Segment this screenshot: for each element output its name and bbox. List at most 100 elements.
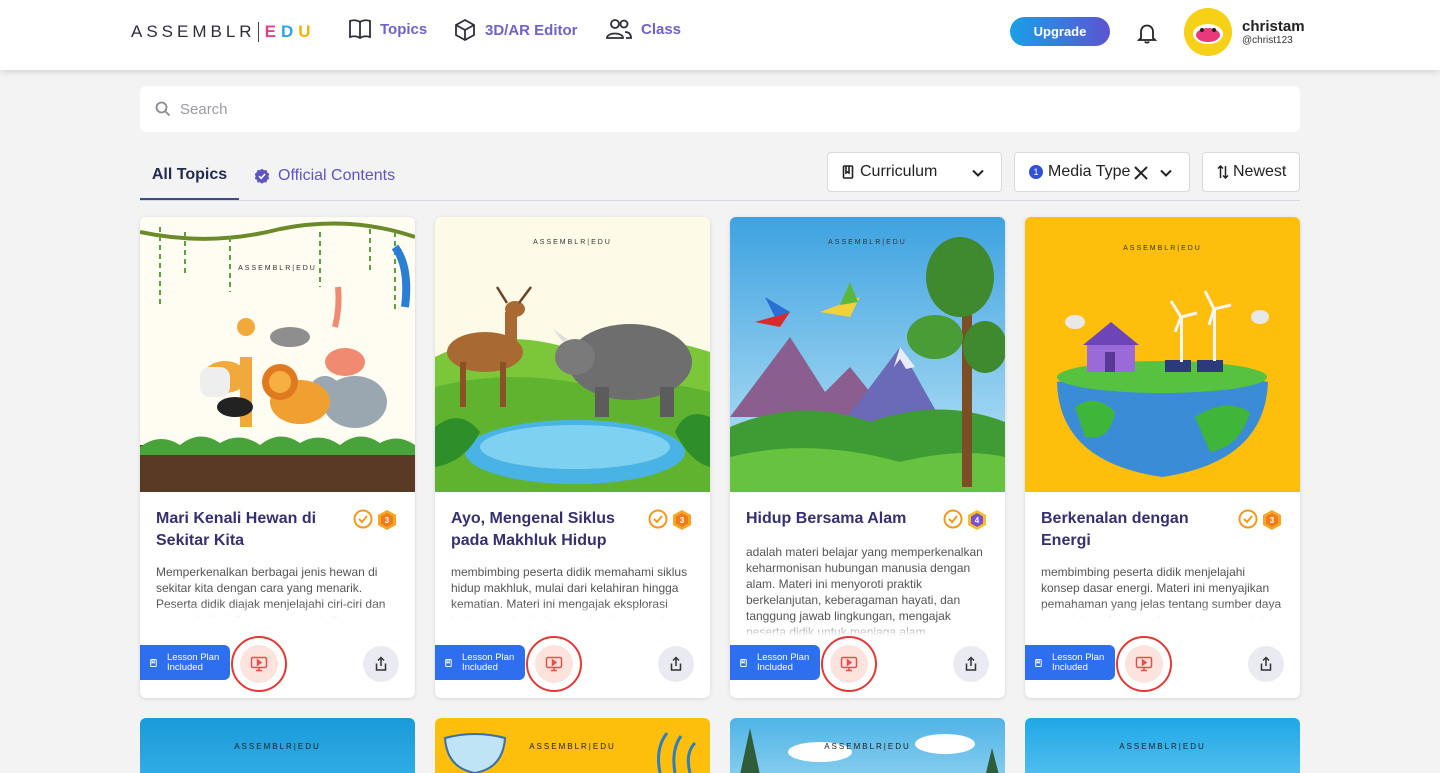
verified-check-icon bbox=[648, 509, 668, 529]
svg-text:3: 3 bbox=[1270, 516, 1275, 525]
chevron-down-icon bbox=[1160, 169, 1172, 177]
level-badge-icon: 3 bbox=[673, 510, 691, 530]
presentation-button[interactable] bbox=[231, 636, 287, 692]
search-input[interactable] bbox=[180, 86, 1280, 132]
lesson-plan-badge[interactable]: Lesson Plan Included bbox=[730, 645, 820, 680]
logo-divider bbox=[257, 22, 259, 42]
presentation-button-bg bbox=[830, 645, 868, 683]
topic-description: Memperkenalkan berbagai jenis hewan di s… bbox=[156, 564, 401, 618]
thumbnail-brand: ASSEMBLR|EDU bbox=[1123, 245, 1202, 252]
topic-description: adalah materi belajar yang memperkenalka… bbox=[746, 544, 991, 636]
lesson-plan-label: Lesson Plan Included bbox=[166, 651, 220, 673]
logo-text: ASSEMBLR bbox=[131, 22, 256, 41]
search-icon bbox=[155, 101, 171, 117]
topic-description: membimbing peserta didik memahami siklus… bbox=[451, 564, 696, 618]
topic-card[interactable]: ASSEMBLR|EDU bbox=[730, 718, 1005, 773]
nav-editor-label: 3D/AR Editor bbox=[485, 21, 578, 39]
clear-filter-icon[interactable] bbox=[1133, 165, 1149, 181]
topic-card[interactable]: ASSEMBLR|EDU Ayo, Mengenal Siklus pada M… bbox=[435, 217, 710, 698]
topic-badges: 4 bbox=[943, 509, 988, 531]
tab-official-contents[interactable]: Official Contents bbox=[254, 152, 395, 200]
thumbnail-brand: ASSEMBLR|EDU bbox=[529, 742, 616, 751]
topic-card[interactable]: ASSEMBLR|EDU Berkenalan dengan Energi 3 … bbox=[1025, 217, 1300, 698]
presentation-button-bg bbox=[1125, 645, 1163, 683]
user-handle: @christ123 bbox=[1242, 35, 1293, 46]
media-type-label: Media Type bbox=[1048, 163, 1131, 180]
thumbnail-brand: ASSEMBLR|EDU bbox=[824, 742, 911, 751]
presentation-button[interactable] bbox=[821, 636, 877, 692]
share-icon bbox=[375, 656, 387, 671]
svg-text:3: 3 bbox=[385, 516, 390, 525]
presentation-icon bbox=[840, 656, 858, 672]
svg-text:3: 3 bbox=[680, 516, 685, 525]
topic-card[interactable]: ASSEMBLR|EDU Mari Kenali Hewan di Sekita… bbox=[140, 217, 415, 698]
cube-icon bbox=[455, 18, 475, 42]
user-name[interactable]: christam bbox=[1242, 18, 1305, 35]
tab-all-topics[interactable]: All Topics bbox=[140, 152, 239, 200]
sort-icon bbox=[1217, 165, 1229, 179]
presentation-button[interactable] bbox=[1116, 636, 1172, 692]
curriculum-dropdown[interactable]: Curriculum bbox=[827, 152, 1002, 192]
sort-dropdown[interactable]: Newest bbox=[1202, 152, 1300, 192]
topic-description: membimbing peserta didik menjelajahi kon… bbox=[1041, 564, 1286, 618]
share-button[interactable] bbox=[953, 646, 989, 682]
presentation-icon bbox=[545, 656, 563, 672]
level-badge-icon: 4 bbox=[968, 510, 986, 530]
share-button[interactable] bbox=[363, 646, 399, 682]
topic-card[interactable]: ASSEMBLR|EDU bbox=[140, 718, 415, 773]
lesson-plan-label: Lesson Plan Included bbox=[756, 651, 810, 673]
topic-card[interactable]: ASSEMBLR|EDU bbox=[435, 718, 710, 773]
level-badge-icon: 3 bbox=[378, 510, 396, 530]
lesson-plan-badge[interactable]: Lesson Plan Included bbox=[140, 645, 230, 680]
upgrade-button[interactable]: Upgrade bbox=[1010, 17, 1110, 46]
verified-check-icon bbox=[1238, 509, 1258, 529]
tabs-divider bbox=[140, 200, 1300, 201]
book-small-icon bbox=[1035, 658, 1042, 667]
chevron-down-icon bbox=[972, 169, 984, 177]
share-button[interactable] bbox=[658, 646, 694, 682]
topic-thumbnail: ASSEMBLR|EDU bbox=[1025, 217, 1300, 492]
media-type-count-badge: 1 bbox=[1029, 165, 1043, 179]
bell-icon[interactable] bbox=[1136, 22, 1158, 44]
avatar[interactable] bbox=[1184, 8, 1232, 56]
search-bar[interactable] bbox=[140, 86, 1300, 132]
top-header: ASSEMBLR EDU Topics 3D/AR Editor Class U… bbox=[0, 0, 1440, 70]
nav-class[interactable]: Class bbox=[605, 18, 681, 40]
presentation-icon bbox=[250, 656, 268, 672]
presentation-icon bbox=[1135, 656, 1153, 672]
book-small-icon bbox=[445, 658, 452, 667]
nav-class-label: Class bbox=[641, 20, 682, 38]
media-type-dropdown[interactable]: 1 Media Type bbox=[1014, 152, 1190, 192]
thumbnail-brand: ASSEMBLR|EDU bbox=[238, 265, 317, 272]
logo-edu: EDU bbox=[264, 22, 316, 41]
lesson-plan-badge[interactable]: Lesson Plan Included bbox=[1025, 645, 1115, 680]
thumbnail-brand: ASSEMBLR|EDU bbox=[1119, 742, 1206, 751]
nav-topics[interactable]: Topics bbox=[348, 18, 427, 40]
topic-badges: 3 bbox=[353, 509, 398, 531]
topic-thumbnail: ASSEMBLR|EDU bbox=[730, 217, 1005, 492]
share-icon bbox=[670, 656, 682, 671]
svg-text:4: 4 bbox=[975, 516, 980, 525]
nav-3d-ar-editor[interactable]: 3D/AR Editor bbox=[453, 18, 578, 42]
book-icon bbox=[349, 19, 371, 40]
thumbnail-brand: ASSEMBLR|EDU bbox=[234, 742, 321, 751]
presentation-button-bg bbox=[535, 645, 573, 683]
sort-label: Newest bbox=[1233, 163, 1287, 180]
verified-check-icon bbox=[943, 509, 963, 529]
assemblr-edu-logo[interactable]: ASSEMBLR EDU bbox=[131, 21, 316, 43]
topic-card[interactable]: ASSEMBLR|EDU bbox=[1025, 718, 1300, 773]
users-icon bbox=[606, 19, 632, 39]
topic-thumbnail: ASSEMBLR|EDU bbox=[435, 217, 710, 492]
nav-topics-label: Topics bbox=[380, 20, 428, 38]
tab-official-label: Official Contents bbox=[278, 167, 396, 184]
book-small-icon bbox=[150, 658, 157, 667]
lesson-plan-badge[interactable]: Lesson Plan Included bbox=[435, 645, 525, 680]
topic-card[interactable]: ASSEMBLR|EDU Hidup Bersama Alam 4 adalah… bbox=[730, 217, 1005, 698]
verified-check-icon bbox=[353, 509, 373, 529]
level-badge-icon: 3 bbox=[1263, 510, 1281, 530]
presentation-button-bg bbox=[240, 645, 278, 683]
share-button[interactable] bbox=[1248, 646, 1284, 682]
deer-rhino-illustration bbox=[435, 217, 710, 492]
book-small-icon bbox=[740, 658, 747, 667]
presentation-button[interactable] bbox=[526, 636, 582, 692]
